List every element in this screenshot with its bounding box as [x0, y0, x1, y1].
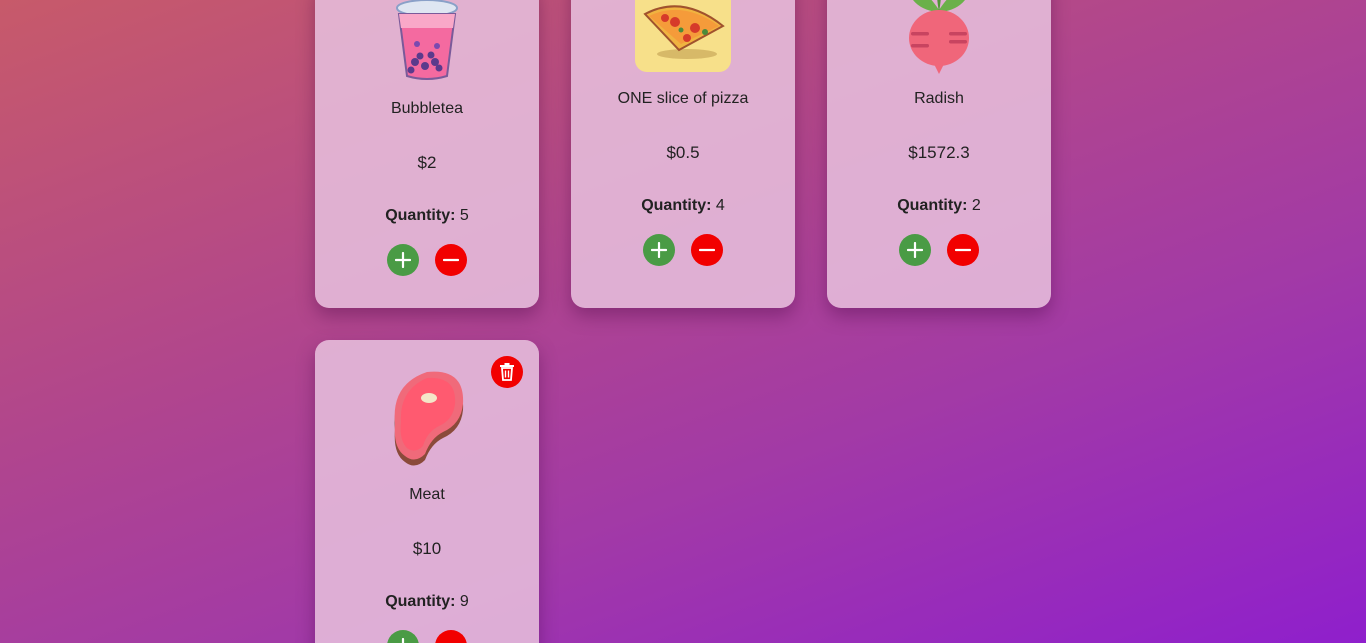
product-price: $0.5 — [666, 143, 700, 162]
product-name: Meat — [409, 486, 445, 503]
product-quantity: Quantity: 4 — [571, 197, 795, 215]
quantity-value: 5 — [459, 207, 469, 224]
quantity-value: 9 — [459, 593, 469, 610]
product-card-meat: Meat $10 Quantity: 9 — [315, 340, 539, 643]
plus-icon — [395, 252, 411, 268]
quantity-controls — [827, 234, 1051, 266]
decrease-quantity-button[interactable] — [947, 234, 979, 266]
quantity-label: Quantity: — [385, 593, 456, 610]
quantity-controls — [571, 234, 795, 266]
minus-icon — [443, 258, 459, 262]
product-image — [315, 0, 539, 80]
quantity-controls — [315, 630, 539, 643]
product-image — [315, 370, 539, 468]
quantity-value: 2 — [971, 197, 981, 214]
product-card-pizza: ONE slice of pizza $0.5 Quantity: 4 — [571, 0, 795, 308]
radish-icon — [909, 0, 969, 74]
bubble-tea-icon — [396, 0, 458, 80]
minus-icon — [699, 248, 715, 252]
increase-quantity-button[interactable] — [899, 234, 931, 266]
product-quantity: Quantity: 5 — [315, 207, 539, 225]
product-card-bubbletea: Bubbletea $2 Quantity: 5 — [315, 0, 539, 308]
increase-quantity-button[interactable] — [643, 234, 675, 266]
product-price: $2 — [417, 153, 437, 172]
product-name: Radish — [914, 90, 964, 107]
decrease-quantity-button[interactable] — [691, 234, 723, 266]
quantity-controls — [315, 244, 539, 276]
increase-quantity-button[interactable] — [387, 244, 419, 276]
product-quantity: Quantity: 9 — [315, 593, 539, 611]
minus-icon — [955, 248, 971, 252]
meat-icon — [394, 371, 464, 466]
minus-icon — [443, 638, 459, 643]
quantity-value: 4 — [715, 197, 725, 214]
plus-icon — [651, 242, 667, 258]
plus-icon — [907, 242, 923, 258]
pizza-icon — [635, 0, 731, 72]
product-name: ONE slice of pizza — [617, 90, 749, 107]
product-name: Bubbletea — [390, 100, 464, 117]
product-price: $1572.3 — [908, 143, 970, 162]
plus-icon — [401, 638, 405, 643]
quantity-label: Quantity: — [641, 197, 712, 214]
increase-quantity-button[interactable] — [387, 630, 419, 643]
product-price: $10 — [412, 539, 442, 558]
decrease-quantity-button[interactable] — [435, 244, 467, 276]
quantity-label: Quantity: — [385, 207, 456, 224]
product-card-radish: Radish $1572.3 Quantity: 2 — [827, 0, 1051, 308]
product-quantity: Quantity: 2 — [827, 197, 1051, 215]
decrease-quantity-button[interactable] — [435, 630, 467, 643]
product-image — [827, 0, 1051, 74]
quantity-label: Quantity: — [897, 197, 968, 214]
product-image — [571, 0, 795, 72]
